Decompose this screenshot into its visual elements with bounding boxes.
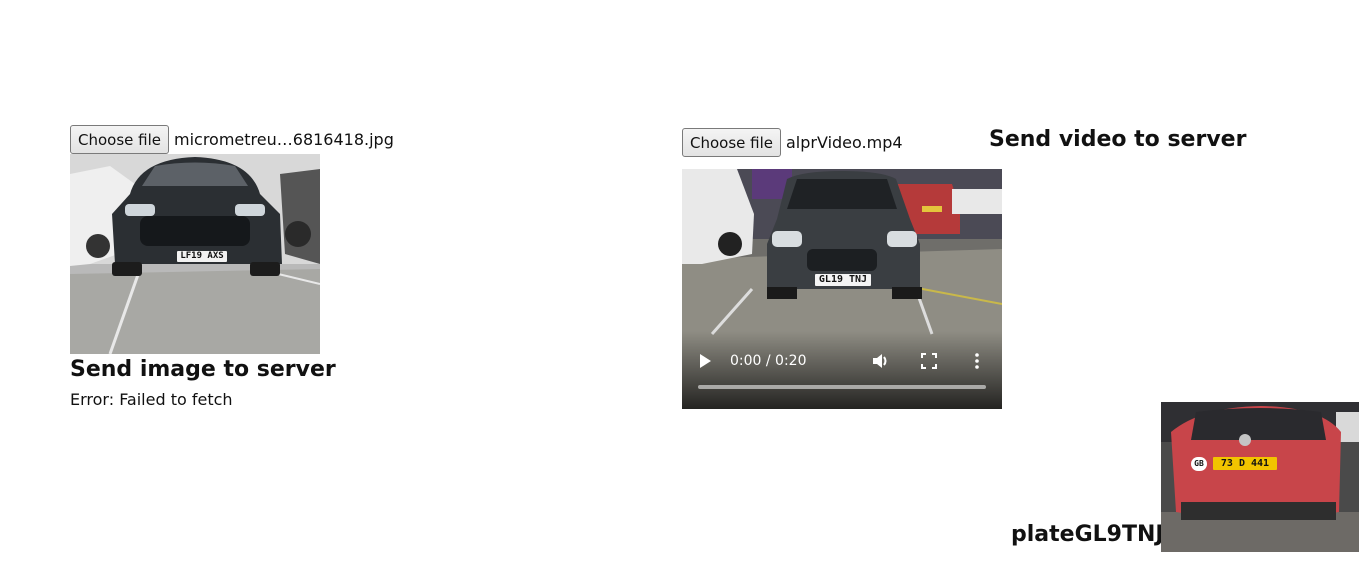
video-controls: 0:00 / 0:20: [682, 331, 1002, 409]
uploaded-image-preview: LF19 AXS: [70, 154, 320, 354]
image-file-input[interactable]: Choose file micrometreu…6816418.jpg: [70, 125, 394, 154]
video-licence-plate: GL19 TNJ: [815, 274, 871, 286]
video-time-display: 0:00 / 0:20: [730, 353, 807, 369]
gb-badge: GB: [1191, 457, 1207, 471]
thumbnail-licence-plate: 73 D 441: [1213, 457, 1277, 470]
image-licence-plate: LF19 AXS: [177, 251, 227, 262]
plate-result-heading: plateGL9TNJ: [1011, 522, 1164, 547]
video-progress-bar[interactable]: [698, 385, 986, 389]
more-options-icon[interactable]: [974, 353, 980, 373]
video-file-input[interactable]: Choose file alprVideo.mp4: [682, 128, 903, 157]
play-icon[interactable]: [698, 353, 712, 373]
image-choose-file-button[interactable]: Choose file: [70, 125, 169, 154]
video-player[interactable]: GL19 TNJ 0:00 / 0:20: [682, 169, 1002, 409]
send-image-heading: Send image to server: [70, 357, 336, 382]
send-video-heading: Send video to server: [989, 127, 1247, 152]
page-root: Choose file micrometreu…6816418.jpg LF19…: [0, 0, 1359, 581]
red-car-image: [1161, 402, 1359, 552]
volume-icon[interactable]: [872, 352, 890, 374]
error-message: Error: Failed to fetch: [70, 390, 233, 409]
plate-result-thumbnail: GB 73 D 441: [1161, 402, 1359, 552]
video-file-name: alprVideo.mp4: [786, 133, 903, 152]
video-choose-file-button[interactable]: Choose file: [682, 128, 781, 157]
image-file-name: micrometreu…6816418.jpg: [174, 130, 394, 149]
fullscreen-icon[interactable]: [921, 353, 937, 373]
